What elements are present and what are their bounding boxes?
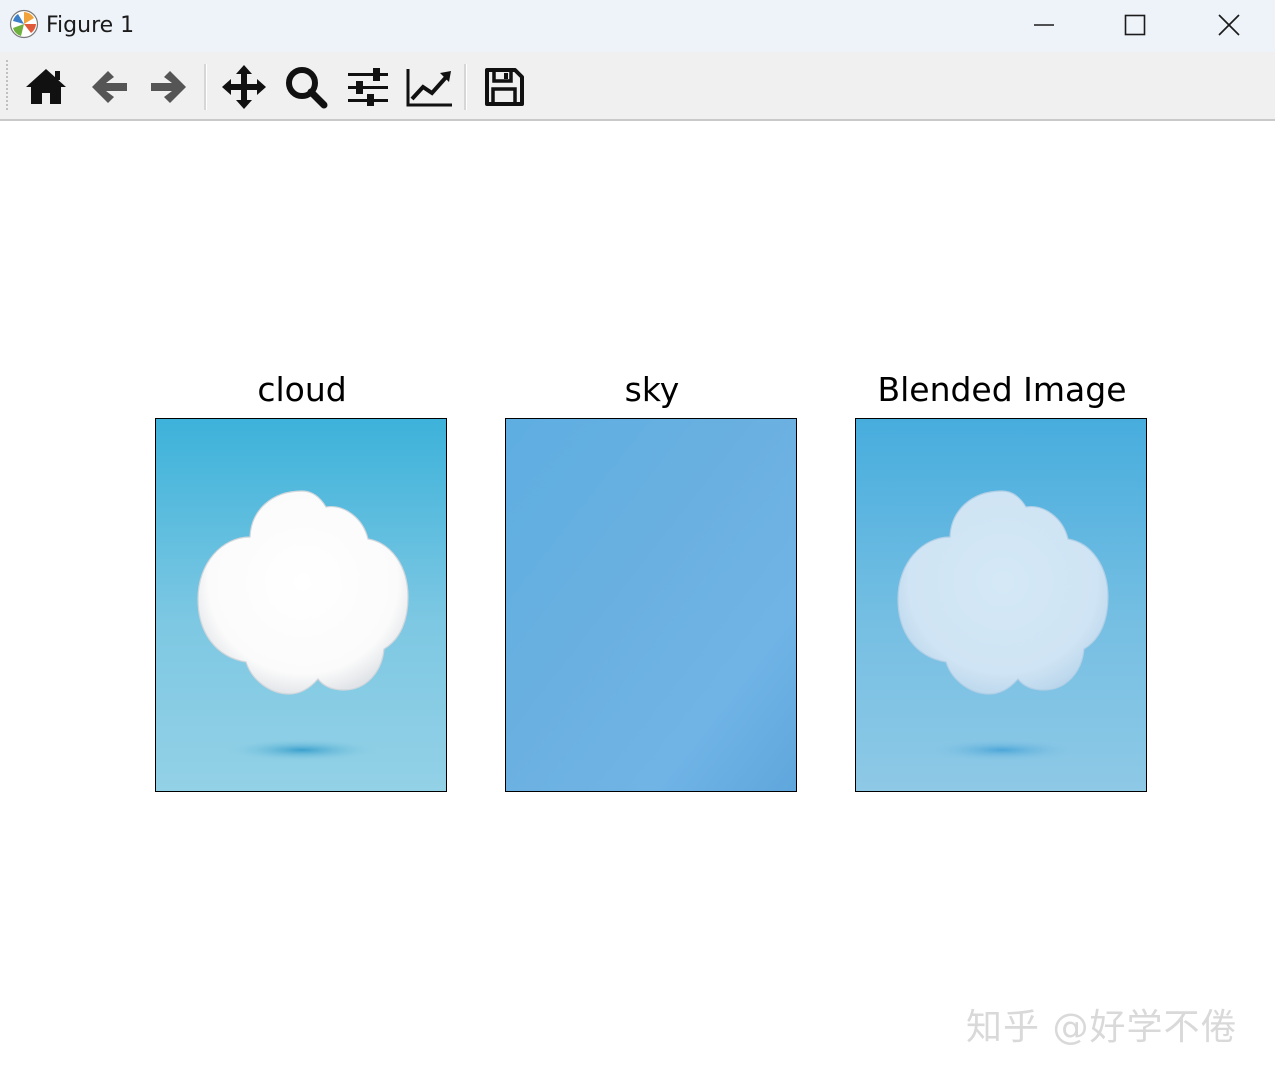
minimize-button[interactable] xyxy=(1000,0,1088,50)
sliders-icon xyxy=(348,68,388,106)
panel-title-blended: Blended Image xyxy=(877,370,1127,409)
panel-title-sky: sky xyxy=(624,370,680,409)
floppy-disk-icon xyxy=(485,68,524,106)
zoom-button[interactable] xyxy=(281,62,331,112)
navigation-toolbar xyxy=(0,52,1275,121)
watermark: 知乎 @好学不倦 xyxy=(966,1007,1238,1048)
arrow-right-icon xyxy=(151,71,186,103)
move-icon xyxy=(222,65,266,109)
title-bar: Figure 1 xyxy=(0,0,1275,52)
home-icon xyxy=(26,69,66,104)
minimize-icon xyxy=(1034,24,1054,26)
close-button[interactable] xyxy=(1185,0,1273,50)
arrow-left-icon xyxy=(92,71,127,103)
line-chart-icon xyxy=(406,69,452,107)
home-button[interactable] xyxy=(21,62,71,112)
save-button[interactable] xyxy=(479,62,529,112)
close-icon xyxy=(1218,14,1240,36)
configure-subplots-button[interactable] xyxy=(343,62,393,112)
edit-axes-button[interactable] xyxy=(405,62,455,112)
toolbar-separator xyxy=(204,64,207,110)
back-button[interactable] xyxy=(84,62,134,112)
cloud-image[interactable] xyxy=(155,418,447,792)
window-title: Figure 1 xyxy=(46,13,135,38)
matplotlib-logo-icon xyxy=(9,9,39,39)
maximize-button[interactable] xyxy=(1091,0,1179,50)
forward-button[interactable] xyxy=(144,62,194,112)
toolbar-separator xyxy=(464,64,467,110)
sky-image[interactable] xyxy=(505,418,797,792)
maximize-icon xyxy=(1124,14,1146,36)
panel-title-cloud: cloud xyxy=(257,370,347,409)
zoom-icon xyxy=(286,67,328,109)
pan-button[interactable] xyxy=(219,62,269,112)
toolbar-grip-icon xyxy=(6,60,8,112)
blended-image[interactable] xyxy=(855,418,1147,792)
